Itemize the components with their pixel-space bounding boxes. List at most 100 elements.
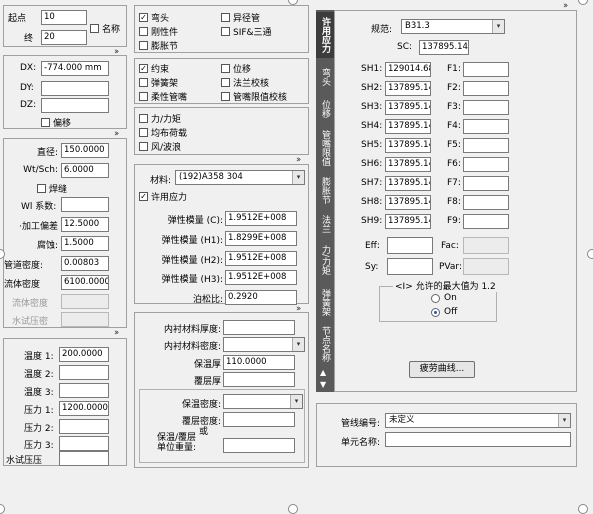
hanger-checkbox-box[interactable] xyxy=(139,78,148,87)
expansion-joint-checkbox-box[interactable] xyxy=(139,41,148,50)
lining-density-select[interactable]: ▾ xyxy=(223,337,305,352)
rigid-checkbox-box[interactable] xyxy=(139,27,148,36)
bend-checkbox[interactable]: ✓ 弯头 xyxy=(139,11,169,24)
rigid-checkbox[interactable]: 刚性件 xyxy=(139,25,178,38)
pipe-density-input[interactable]: 0.00803 xyxy=(61,256,109,271)
name-checkbox[interactable]: 名称 xyxy=(90,22,120,35)
force-moment-checkbox-box[interactable] xyxy=(139,114,148,123)
insulation-density-select[interactable]: ▾ xyxy=(223,394,303,409)
tab-allowable-stress[interactable]: 许用应力 xyxy=(316,12,334,58)
temp1-input[interactable]: 200.0000 xyxy=(59,347,109,362)
chevron-down-icon[interactable]: ▾ xyxy=(290,395,302,408)
wl-factor-input[interactable] xyxy=(61,197,109,212)
tab-displacement[interactable]: 位移 xyxy=(316,94,334,124)
pressure2-input[interactable] xyxy=(59,419,109,434)
sh-input[interactable]: 137895.14 xyxy=(385,157,431,172)
sh-input[interactable]: 137895.14 xyxy=(385,119,431,134)
hanger-checkbox[interactable]: 弹簧架 xyxy=(139,76,178,89)
scroll-down-icon[interactable]: ▼ xyxy=(320,380,326,389)
expansion-joint-checkbox[interactable]: 膨胀节 xyxy=(139,39,178,52)
f-input[interactable] xyxy=(463,81,509,96)
resize-handle-bottom-right[interactable] xyxy=(578,504,588,514)
pressure1-input[interactable]: 1200.0000 xyxy=(59,401,109,416)
flange-check-checkbox-box[interactable] xyxy=(221,78,230,87)
tab-force-moment[interactable]: 力/力矩 xyxy=(316,240,334,280)
temp2-input[interactable] xyxy=(59,365,109,380)
on-radio-dot[interactable] xyxy=(431,293,440,303)
from-node-input[interactable]: 10 xyxy=(41,10,87,25)
line-number-select[interactable]: 未定义 ▾ xyxy=(385,413,571,428)
wt-sch-input[interactable]: 6.0000 xyxy=(61,163,109,178)
tab-hanger[interactable]: 弹簧架 xyxy=(316,284,334,320)
scroll-up-icon[interactable]: ▲ xyxy=(320,368,326,377)
fluid-density-2-input[interactable] xyxy=(61,294,109,309)
tab-flange[interactable]: 法兰 xyxy=(316,212,334,236)
pressure3-input[interactable] xyxy=(59,436,109,451)
uniform-load-checkbox[interactable]: 均布荷载 xyxy=(139,126,187,139)
poisson-ratio-input[interactable]: 0.2920 xyxy=(225,290,297,305)
tab-bend[interactable]: 弯头 xyxy=(316,62,334,92)
lining-thickness-input[interactable] xyxy=(223,320,295,335)
restraint-checkbox[interactable]: ✓ 约束 xyxy=(139,62,169,75)
offset-checkbox[interactable]: 偏移 xyxy=(41,116,71,129)
sh-input[interactable]: 129014.68 xyxy=(385,62,431,77)
f-input[interactable] xyxy=(463,138,509,153)
pvar-input[interactable] xyxy=(463,258,509,275)
sh-input[interactable]: 137895.14 xyxy=(385,195,431,210)
off-radio[interactable]: Off xyxy=(431,307,457,317)
temp3-input[interactable] xyxy=(59,383,109,398)
resize-handle-bottom[interactable] xyxy=(288,504,298,514)
tab-node-name[interactable]: 节点名称 xyxy=(316,324,334,364)
sh-input[interactable]: 137895.14 xyxy=(385,81,431,96)
sh-input[interactable]: 137895.14 xyxy=(385,138,431,153)
restraint-checkbox-box[interactable]: ✓ xyxy=(139,64,148,73)
flexible-nozzle-checkbox-box[interactable] xyxy=(139,92,148,101)
code-select[interactable]: B31.3 ▾ xyxy=(401,19,505,34)
mill-tolerance-input[interactable]: 12.5000 xyxy=(61,217,109,232)
corrosion-input[interactable]: 1.5000 xyxy=(61,236,109,251)
name-checkbox-box[interactable] xyxy=(90,24,99,33)
diameter-input[interactable]: 150.0000 xyxy=(61,143,109,158)
chevron-down-icon[interactable]: ▾ xyxy=(492,20,504,33)
elastic-modulus-h3-input[interactable]: 1.9512E+008 xyxy=(225,270,297,285)
resize-handle-bottom-left[interactable] xyxy=(0,504,5,514)
displacement-checkbox[interactable]: 位移 xyxy=(221,62,251,75)
flange-check-checkbox[interactable]: 法兰校核 xyxy=(221,76,269,89)
bend-checkbox-box[interactable]: ✓ xyxy=(139,13,148,22)
uniform-load-checkbox-box[interactable] xyxy=(139,128,148,137)
f-input[interactable] xyxy=(463,157,509,172)
seam-weld-checkbox-box[interactable] xyxy=(37,184,46,193)
elastic-modulus-h2-input[interactable]: 1.9512E+008 xyxy=(225,251,297,266)
elastic-modulus-h1-input[interactable]: 1.8299E+008 xyxy=(225,231,297,246)
expand-chevron-icon[interactable]: ›› xyxy=(114,328,119,338)
hydro-density-input[interactable] xyxy=(61,312,109,327)
elastic-modulus-c-input[interactable]: 1.9512E+008 xyxy=(225,211,297,226)
reducer-checkbox-box[interactable] xyxy=(221,13,230,22)
wind-wave-checkbox-box[interactable] xyxy=(139,142,148,151)
nozzle-limit-checkbox-box[interactable] xyxy=(221,92,230,101)
fac-input[interactable] xyxy=(463,237,509,254)
dx-input[interactable]: -774.000 mm xyxy=(41,61,109,76)
sh-input[interactable]: 137895.14 xyxy=(385,214,431,229)
tab-expansion-joint[interactable]: 膨胀节 xyxy=(316,172,334,208)
allowable-stress-checkbox[interactable]: ✓ 许用应力 xyxy=(139,190,187,203)
f-input[interactable] xyxy=(463,176,509,191)
resize-handle-top-right[interactable] xyxy=(578,0,588,5)
chevron-down-icon[interactable]: ▾ xyxy=(292,338,304,351)
dz-input[interactable] xyxy=(41,98,109,113)
nozzle-limit-checkbox[interactable]: 管嘴限值校核 xyxy=(221,90,287,103)
insulation-thickness-input[interactable]: 110.0000 xyxy=(223,355,295,370)
sc-input[interactable]: 137895.14 xyxy=(419,40,469,55)
seam-weld-checkbox[interactable]: 焊缝 xyxy=(37,182,67,195)
fluid-density-input[interactable]: 6100.0000 xyxy=(61,275,109,290)
flexible-nozzle-checkbox[interactable]: 柔性管嘴 xyxy=(139,90,187,103)
cladding-density-input[interactable] xyxy=(223,412,295,427)
f-input[interactable] xyxy=(463,214,509,229)
f-input[interactable] xyxy=(463,62,509,77)
sif-tee-checkbox[interactable]: SIF&三通 xyxy=(221,25,272,38)
f-input[interactable] xyxy=(463,119,509,134)
sh-input[interactable]: 137895.14 xyxy=(385,100,431,115)
chevron-down-icon[interactable]: ▾ xyxy=(292,171,304,184)
tab-nozzle-limit[interactable]: 管嘴限值 xyxy=(316,128,334,168)
element-name-input[interactable] xyxy=(385,432,571,447)
